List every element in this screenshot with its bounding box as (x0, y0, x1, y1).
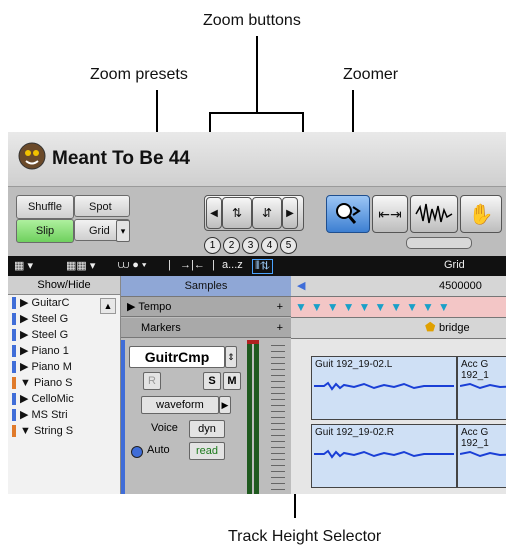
record-enable-button[interactable]: R (143, 372, 161, 390)
tempo-ruler-label: ▶ Tempo + (121, 297, 291, 317)
slip-mode-button[interactable]: Slip (16, 219, 74, 243)
selector-tool-button[interactable] (410, 195, 458, 233)
samples-ruler-label: Samples (121, 276, 291, 297)
track-list-item[interactable]: ▼ String S (8, 423, 120, 439)
clip-name: Acc G 192_1 (461, 359, 489, 381)
track-controls: GuitrCmp ⇕ R S M waveform ▶ Voice dyn Au… (121, 340, 291, 494)
meter-clip-indicator (247, 340, 259, 344)
zoom-in-horizontal-button[interactable]: ▶ (282, 197, 298, 229)
track-list-item[interactable]: ▶ Piano 1 (8, 343, 120, 359)
waveform-icon (314, 381, 454, 391)
zoom-preset-1[interactable]: 1 (204, 237, 221, 254)
clip-name: Guit 192_19-02.R (315, 427, 394, 438)
voice-selector[interactable]: dyn (189, 420, 225, 438)
track-color-strip (121, 340, 125, 494)
zoom-preset-2[interactable]: 2 (223, 237, 240, 254)
az-sort-label[interactable]: a...z (222, 259, 243, 271)
waveform-selector-icon (415, 203, 453, 224)
grid-label: Grid (444, 259, 465, 271)
marker-icon[interactable]: ⬟ (425, 320, 435, 334)
level-meter-left (247, 340, 252, 494)
markers-ruler-label: Markers + (121, 318, 291, 338)
audio-clip[interactable]: Guit 192_19-02.R (311, 424, 457, 488)
clip-name: Guit 192_19-02.L (315, 359, 393, 370)
playhead-start-icon: ◀ (297, 280, 306, 292)
automation-icon[interactable] (131, 446, 143, 458)
spot-mode-button[interactable]: Spot (74, 195, 130, 217)
tab-to-transient-icon[interactable]: →|← (180, 259, 205, 271)
auto-label: Auto (147, 444, 170, 456)
callout-line (256, 36, 258, 112)
metronome-icon[interactable]: ⩊ ● ▾ (118, 259, 147, 272)
callout-line (209, 112, 304, 114)
zoom-preset-3[interactable]: 3 (242, 237, 259, 254)
clip-name: Acc G 192_1 (461, 427, 489, 449)
track-view-selector[interactable]: waveform (141, 396, 219, 414)
waveform-icon (460, 382, 506, 390)
automation-mode-selector[interactable]: read (189, 442, 225, 460)
divider: | (168, 259, 171, 271)
track-list-item[interactable]: ▶ CelloMic (8, 391, 120, 407)
zoom-buttons-callout: Zoom buttons (203, 12, 301, 29)
markers-ruler[interactable]: ⬟ bridge (291, 318, 506, 339)
samples-ruler[interactable]: ◀ 4500000 (291, 276, 506, 297)
zoom-presets-callout: Zoom presets (90, 66, 188, 83)
title-bar[interactable]: Meant To Be 44 (8, 132, 506, 186)
audio-clip[interactable]: Guit 192_19-02.L (311, 356, 457, 420)
zoom-preset-5[interactable]: 5 (280, 237, 297, 254)
marker-label: bridge (439, 322, 470, 334)
zoom-out-audio-button[interactable]: ⇅ (222, 197, 252, 229)
track-height-selector[interactable] (271, 340, 285, 494)
level-meter-right (254, 340, 259, 494)
track-name-stepper-icon[interactable]: ⇕ (225, 346, 237, 368)
track-view-dropdown-icon[interactable]: ▶ (219, 396, 231, 414)
mute-button[interactable]: M (223, 372, 241, 390)
tracks-list-panel: Show/Hide ▶ GuitarC ▶ Steel G ▶ Steel G … (8, 276, 121, 494)
zoomer-callout: Zoomer (343, 66, 399, 83)
toolbar-secondary: ▦ ▾ ▦▦ ▾ ⩊ ● ▾ | →|← | a...z ⦀⇅ Grid (8, 256, 506, 276)
track-name-field[interactable]: GuitrCmp (129, 346, 225, 368)
magnifier-icon (336, 203, 361, 224)
ruler-view-icon[interactable]: ▦▦ ▾ (66, 259, 95, 272)
grabber-tool-button[interactable]: ✋ (460, 195, 502, 233)
grid-mode-dropdown-icon[interactable]: ▾ (116, 220, 130, 242)
track-height-selector-callout: Track Height Selector (228, 528, 382, 545)
table-view-icon[interactable]: ▦ ▾ (14, 259, 33, 272)
waveform-icon (314, 449, 454, 459)
audio-clip[interactable]: Acc G 192_1 (457, 424, 506, 488)
track-list-item[interactable]: ▼ Piano S (8, 375, 120, 391)
smart-tool-bar[interactable] (406, 237, 472, 249)
track-list-item[interactable]: ▶ Steel G (8, 327, 120, 343)
link-timeline-icon[interactable]: ⦀⇅ (252, 259, 273, 274)
show-hide-header[interactable]: Show/Hide (8, 276, 120, 295)
track-list-item[interactable]: ▶ Piano M (8, 359, 120, 375)
track-list-item[interactable]: ▶ MS Stri (8, 407, 120, 423)
app-logo-icon (18, 142, 46, 170)
scroll-up-icon[interactable]: ▲ (100, 298, 116, 314)
voice-label: Voice (151, 422, 178, 434)
window-title: Meant To Be 44 (52, 148, 190, 169)
tempo-ruler[interactable]: ▼▼▼▼▼▼▼▼▼▼ (291, 297, 506, 318)
waveform-icon (460, 450, 506, 458)
zoom-preset-4[interactable]: 4 (261, 237, 278, 254)
edit-toolbar: Shuffle Spot Slip Grid ▾ ◀ ⇅ ⇵ ▶ 1 2 3 4… (8, 186, 506, 257)
zoom-in-audio-button[interactable]: ⇵ (252, 197, 282, 229)
audio-clip[interactable]: Acc G 192_1 (457, 356, 506, 420)
solo-button[interactable]: S (203, 372, 221, 390)
edit-window-tracks: ◀ 4500000 ▼▼▼▼▼▼▼▼▼▼ ⬟ bridge Guit 192_1… (291, 276, 506, 494)
zoomer-tool-button[interactable] (326, 195, 370, 233)
divider: | (212, 259, 215, 271)
trim-tool-button[interactable]: ⇤⇥ (372, 195, 408, 233)
pro-tools-window: Meant To Be 44 Shuffle Spot Slip Grid ▾ … (8, 132, 506, 494)
samples-counter: 4500000 (439, 280, 482, 292)
track-header-area: Samples ▶ Tempo + Markers + GuitrCmp ⇕ R S… (121, 276, 291, 494)
shuffle-mode-button[interactable]: Shuffle (16, 195, 74, 219)
zoom-out-horizontal-button[interactable]: ◀ (206, 197, 222, 229)
